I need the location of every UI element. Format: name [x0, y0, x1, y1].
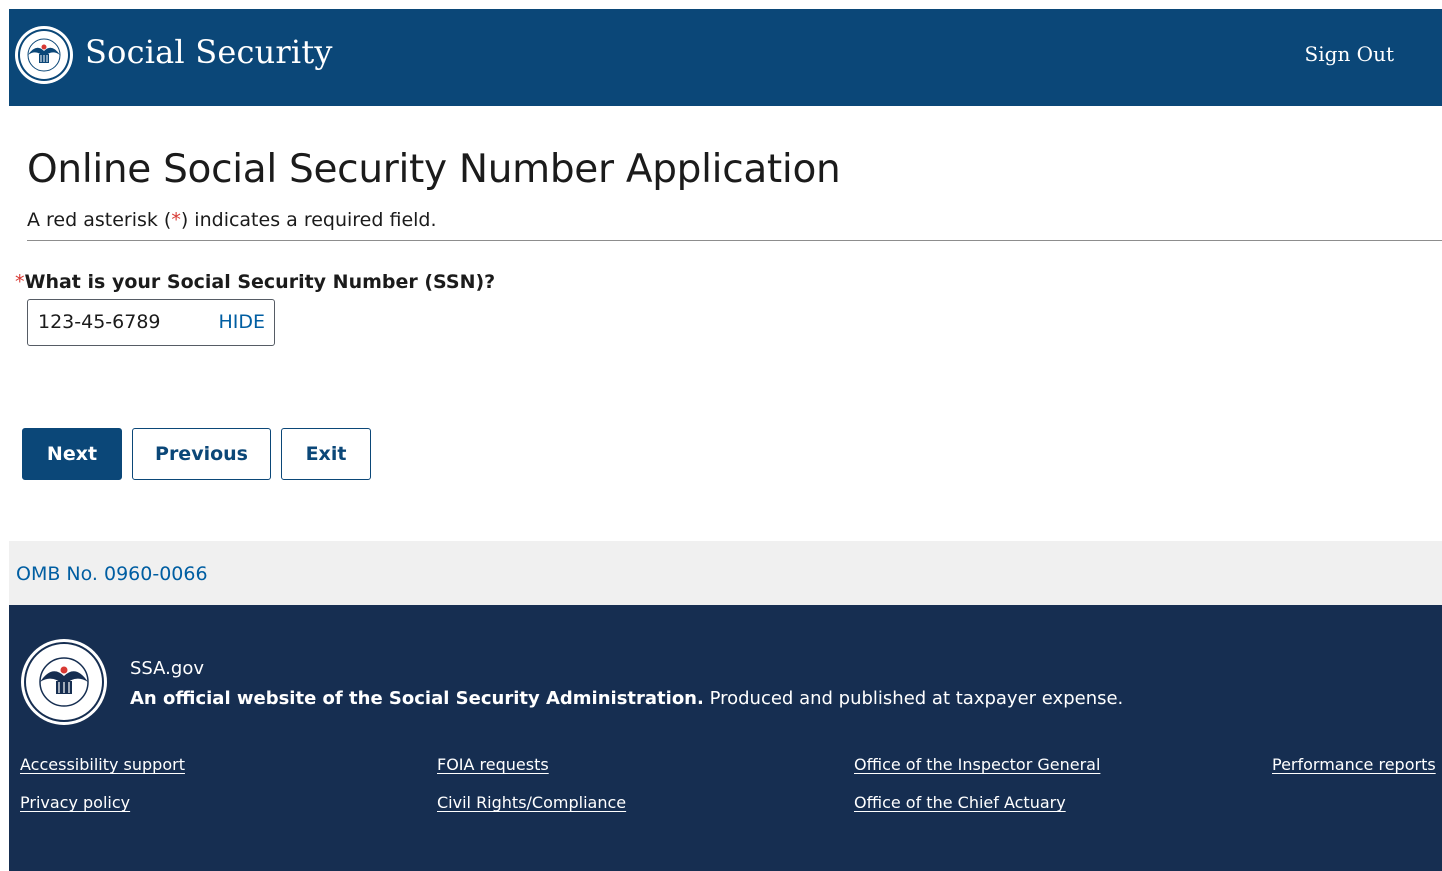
sign-out-link[interactable]: Sign Out	[1305, 42, 1394, 66]
footer-link-accessibility[interactable]: Accessibility support	[20, 755, 185, 774]
page: Social Security Sign Out Online Social S…	[0, 0, 1442, 871]
omb-strip: OMB No. 0960-0066	[9, 541, 1442, 605]
footer-official-rest: Produced and published at taxpayer expen…	[703, 688, 1124, 709]
footer-link-foia[interactable]: FOIA requests	[437, 755, 549, 774]
section-divider	[27, 240, 1442, 241]
previous-button[interactable]: Previous	[132, 428, 271, 480]
required-field-note: A red asterisk (*) indicates a required …	[27, 209, 437, 231]
ssn-field-label: *What is your Social Security Number (SS…	[15, 271, 495, 293]
exit-button[interactable]: Exit	[281, 428, 371, 480]
site-footer: SSA.gov An official website of the Socia…	[9, 605, 1442, 871]
ssa-seal-icon	[15, 26, 73, 84]
required-note-before: A red asterisk (	[27, 209, 172, 231]
ssn-input[interactable]	[38, 309, 208, 335]
site-header: Social Security Sign Out	[9, 9, 1442, 106]
ssn-input-wrapper: HIDE	[27, 299, 275, 346]
required-asterisk: *	[171, 209, 181, 231]
ssn-label-text: What is your Social Security Number (SSN…	[24, 271, 496, 293]
footer-official-statement: An official website of the Social Securi…	[130, 688, 1123, 709]
footer-link-performance-reports[interactable]: Performance reports	[1272, 755, 1436, 774]
footer-link-chief-actuary[interactable]: Office of the Chief Actuary	[854, 793, 1066, 812]
ssn-hide-toggle[interactable]: HIDE	[218, 311, 265, 333]
footer-link-privacy[interactable]: Privacy policy	[20, 793, 130, 812]
required-note-after: ) indicates a required field.	[180, 209, 437, 231]
footer-link-inspector-general[interactable]: Office of the Inspector General	[854, 755, 1100, 774]
footer-official-bold: An official website of the Social Securi…	[130, 688, 704, 709]
footer-site-name: SSA.gov	[130, 658, 204, 679]
ssa-footer-seal-icon	[21, 639, 107, 725]
page-title: Online Social Security Number Applicatio…	[27, 147, 841, 192]
site-title: Social Security	[85, 33, 333, 71]
omb-number-link[interactable]: OMB No. 0960-0066	[16, 563, 208, 585]
ssn-required-asterisk: *	[15, 271, 25, 293]
footer-link-civil-rights[interactable]: Civil Rights/Compliance	[437, 793, 626, 812]
next-button[interactable]: Next	[22, 428, 122, 480]
